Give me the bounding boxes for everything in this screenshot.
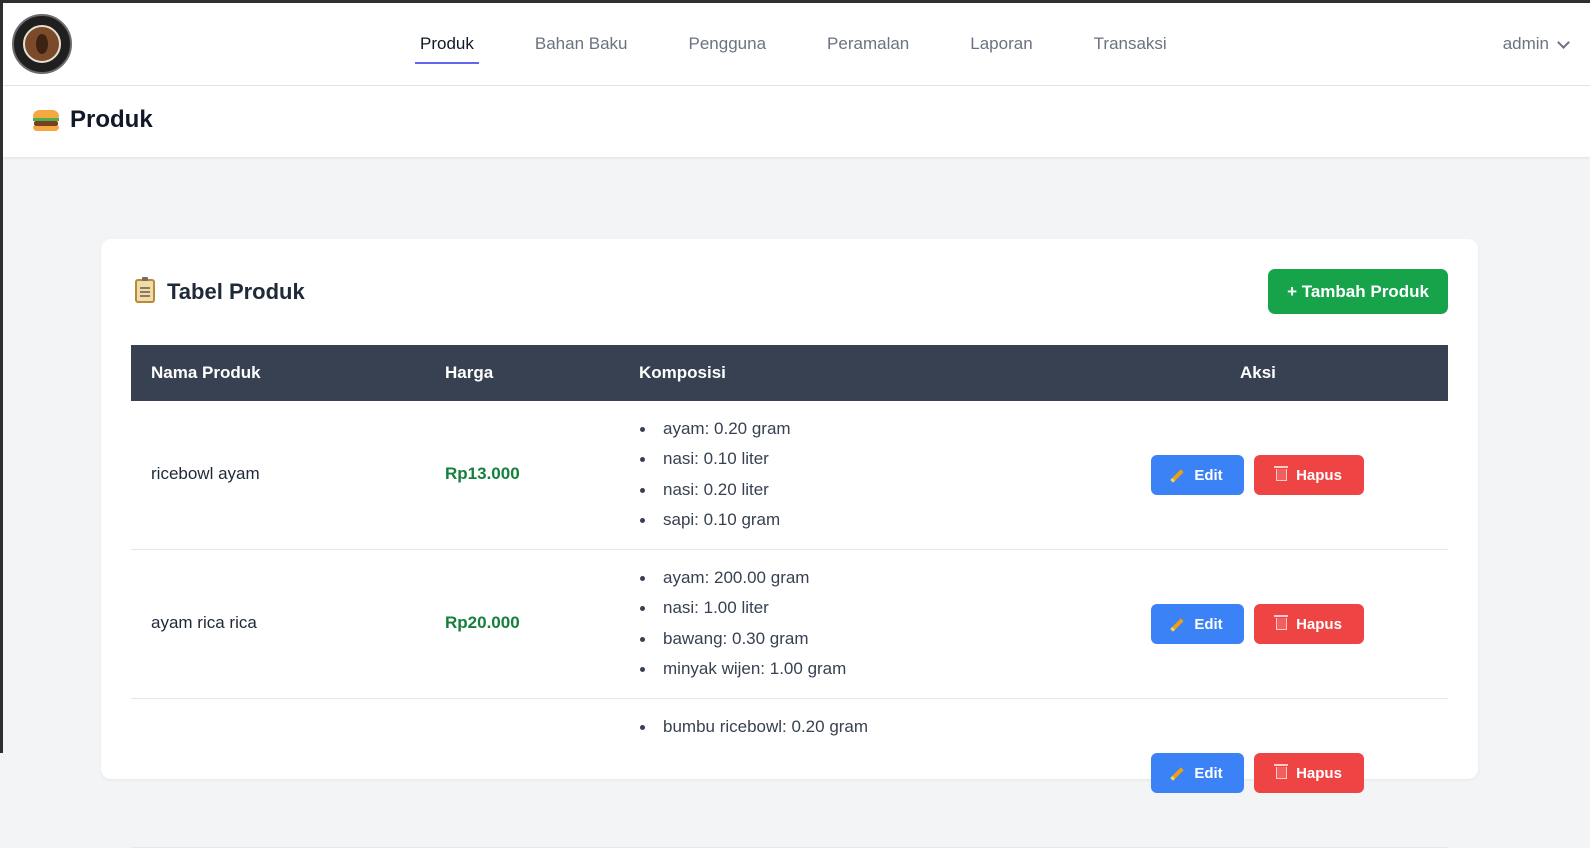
delete-button[interactable]: Hapus bbox=[1254, 753, 1364, 793]
column-header-name: Nama Produk bbox=[151, 363, 261, 382]
trash-icon bbox=[1274, 615, 1289, 630]
table-row: ayam rica rica Rp20.000 ayam: 200.00 gra… bbox=[131, 550, 1448, 699]
top-navbar: Produk Bahan Baku Pengguna Peramalan Lap… bbox=[3, 3, 1590, 86]
delete-label: Hapus bbox=[1296, 764, 1342, 782]
edit-label: Edit bbox=[1194, 466, 1223, 484]
edit-button[interactable]: Edit bbox=[1151, 753, 1244, 793]
edit-label: Edit bbox=[1194, 615, 1223, 633]
table-row: bumbu ricebowl: 0.20 gram Edit Hapus bbox=[131, 699, 1448, 848]
logo-emblem bbox=[23, 25, 61, 63]
composition-item: ayam: 0.20 gram bbox=[639, 419, 791, 449]
card-title: Tabel Produk bbox=[167, 279, 305, 304]
pencil-icon bbox=[1172, 469, 1184, 481]
user-menu[interactable]: admin bbox=[1502, 34, 1570, 54]
nav-link-pengguna[interactable]: Pengguna bbox=[684, 30, 772, 58]
nav-link-produk[interactable]: Produk bbox=[415, 30, 479, 64]
product-name: ayam rica rica bbox=[151, 613, 257, 632]
composition-item: bumbu ricebowl: 0.20 gram bbox=[639, 717, 868, 747]
pencil-icon bbox=[1172, 767, 1184, 779]
product-price: Rp20.000 bbox=[445, 613, 520, 632]
table-header: Nama Produk Harga Komposisi Aksi bbox=[131, 345, 1448, 401]
nav-links: Produk Bahan Baku Pengguna Peramalan Lap… bbox=[415, 3, 1223, 85]
trash-icon bbox=[1274, 764, 1289, 779]
delete-label: Hapus bbox=[1296, 615, 1342, 633]
table-row: ricebowl ayam Rp13.000 ayam: 0.20 gram n… bbox=[131, 401, 1448, 550]
user-name: admin bbox=[1502, 34, 1549, 53]
nav-link-bahan-baku[interactable]: Bahan Baku bbox=[530, 30, 633, 58]
window-frame-left bbox=[0, 0, 3, 753]
composition-item: nasi: 0.20 liter bbox=[639, 480, 791, 510]
column-header-price: Harga bbox=[445, 363, 494, 382]
nav-link-transaksi[interactable]: Transaksi bbox=[1089, 30, 1172, 58]
pencil-icon bbox=[1172, 618, 1184, 630]
product-table: Nama Produk Harga Komposisi Aksi ricebow… bbox=[131, 345, 1448, 848]
product-price: Rp13.000 bbox=[445, 464, 520, 483]
page-title: Produk bbox=[70, 106, 153, 133]
nav-link-peramalan[interactable]: Peramalan bbox=[822, 30, 914, 58]
trash-icon bbox=[1274, 466, 1289, 481]
brand-logo[interactable] bbox=[12, 14, 72, 74]
product-name: ricebowl ayam bbox=[151, 464, 260, 483]
edit-button[interactable]: Edit bbox=[1151, 455, 1244, 495]
composition-list: bumbu ricebowl: 0.20 gram bbox=[639, 717, 868, 747]
composition-item: ayam: 200.00 gram bbox=[639, 568, 846, 598]
add-product-button[interactable]: + Tambah Produk bbox=[1268, 269, 1448, 314]
burger-icon bbox=[33, 110, 59, 132]
edit-button[interactable]: Edit bbox=[1151, 604, 1244, 644]
column-header-composition: Komposisi bbox=[639, 363, 726, 382]
delete-button[interactable]: Hapus bbox=[1254, 604, 1364, 644]
composition-list: ayam: 200.00 gram nasi: 1.00 liter bawan… bbox=[639, 568, 846, 690]
composition-item: minyak wijen: 1.00 gram bbox=[639, 659, 846, 689]
column-header-action: Aksi bbox=[1240, 363, 1276, 382]
delete-label: Hapus bbox=[1296, 466, 1342, 484]
delete-button[interactable]: Hapus bbox=[1254, 455, 1364, 495]
product-table-card: Tabel Produk + Tambah Produk Nama Produk… bbox=[101, 239, 1478, 848]
composition-item: bawang: 0.30 gram bbox=[639, 629, 846, 659]
window-frame-top bbox=[0, 0, 1590, 3]
clipboard-icon bbox=[135, 277, 155, 303]
composition-list: ayam: 0.20 gram nasi: 0.10 liter nasi: 0… bbox=[639, 419, 791, 541]
composition-item: nasi: 1.00 liter bbox=[639, 598, 846, 628]
edit-label: Edit bbox=[1194, 764, 1223, 782]
page-header: Produk bbox=[3, 86, 1590, 157]
composition-item: sapi: 0.10 gram bbox=[639, 510, 791, 540]
coffee-bean-icon bbox=[36, 34, 48, 54]
nav-link-laporan[interactable]: Laporan bbox=[965, 30, 1037, 58]
chevron-down-icon bbox=[1557, 35, 1570, 49]
composition-item: nasi: 0.10 liter bbox=[639, 449, 791, 479]
